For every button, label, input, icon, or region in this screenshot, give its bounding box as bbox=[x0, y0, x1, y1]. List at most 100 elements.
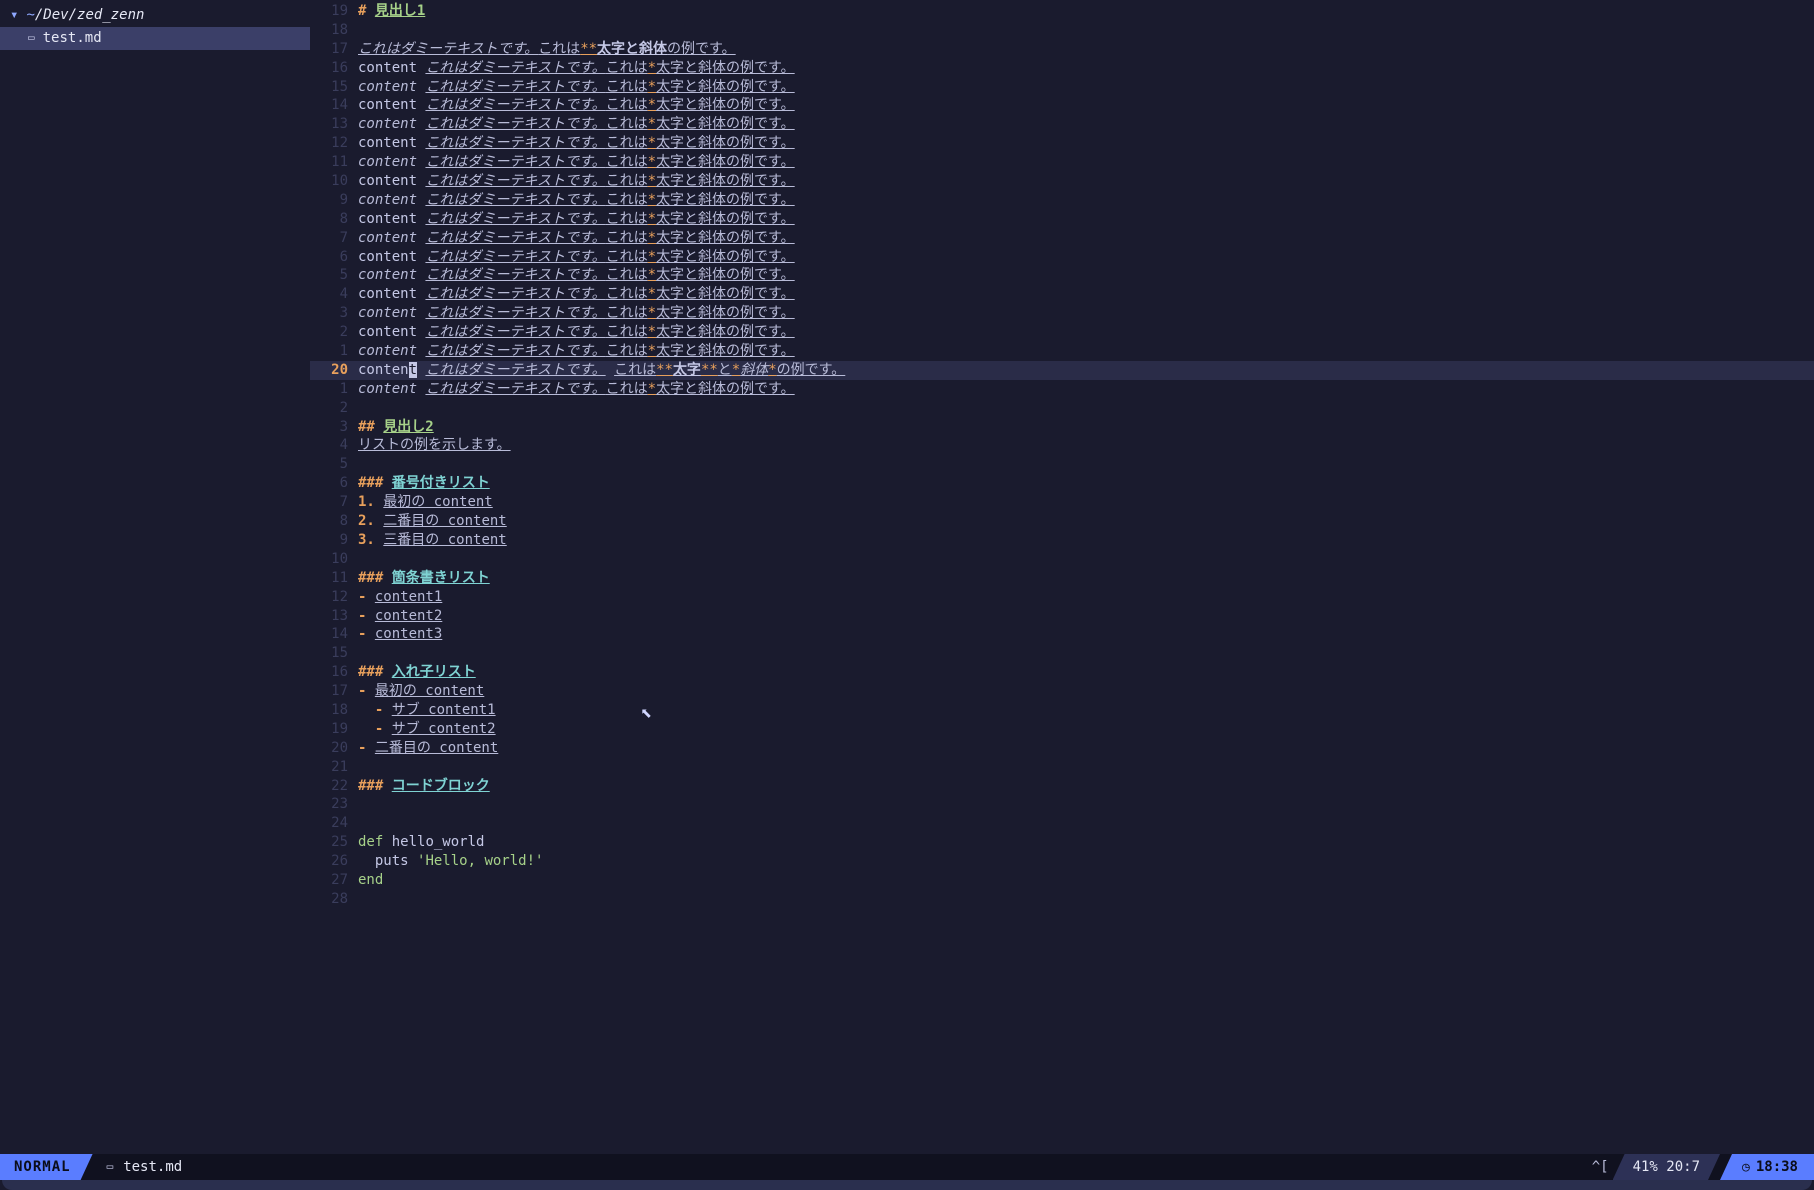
editor-line[interactable]: 18 - サブ content1 bbox=[310, 701, 1814, 720]
line-content bbox=[358, 550, 1814, 569]
line-number: 2 bbox=[310, 399, 358, 418]
editor-line[interactable]: 3## 見出し2 bbox=[310, 418, 1814, 437]
line-number: 18 bbox=[310, 21, 358, 40]
line-content: - content3 bbox=[358, 625, 1814, 644]
editor-line[interactable]: 16### 入れ子リスト bbox=[310, 663, 1814, 682]
editor-line[interactable]: 10 bbox=[310, 550, 1814, 569]
editor-line[interactable]: 14content これはダミーテキストです。これは*太字と斜体の例です。 bbox=[310, 96, 1814, 115]
editor-line[interactable]: 27end bbox=[310, 871, 1814, 890]
line-content: - content1 bbox=[358, 588, 1814, 607]
editor-line[interactable]: 8content これはダミーテキストです。これは*太字と斜体の例です。 bbox=[310, 210, 1814, 229]
editor-line[interactable]: 7content これはダミーテキストです。これは*太字と斜体の例です。 bbox=[310, 229, 1814, 248]
editor-line[interactable]: 23 bbox=[310, 795, 1814, 814]
editor-line[interactable]: 4content これはダミーテキストです。これは*太字と斜体の例です。 bbox=[310, 285, 1814, 304]
line-number: 5 bbox=[310, 455, 358, 474]
editor-lines: 19# 見出し118 17これはダミーテキストです。これは**太字と斜体の例です… bbox=[310, 2, 1814, 909]
line-content: content これはダミーテキストです。これは*太字と斜体の例です。 bbox=[358, 78, 1814, 97]
line-number: 8 bbox=[310, 210, 358, 229]
editor-line[interactable]: 21 bbox=[310, 758, 1814, 777]
editor-line[interactable]: 19# 見出し1 bbox=[310, 2, 1814, 21]
line-number: 4 bbox=[310, 436, 358, 455]
file-name: test.md bbox=[43, 29, 102, 48]
editor-line[interactable]: 25def hello_world bbox=[310, 833, 1814, 852]
editor-line[interactable]: 3content これはダミーテキストです。これは*太字と斜体の例です。 bbox=[310, 304, 1814, 323]
status-escape: ^[ bbox=[1578, 1154, 1613, 1180]
status-bar: NORMAL ▭ test.md ^[ 41% 20:7 ◷ 18:38 bbox=[0, 1154, 1814, 1180]
line-content: - content2 bbox=[358, 607, 1814, 626]
line-content: ### コードブロック bbox=[358, 777, 1814, 796]
line-content: - 二番目の content bbox=[358, 739, 1814, 758]
file-icon: ▭ bbox=[28, 31, 35, 46]
status-file-name: test.md bbox=[123, 1158, 182, 1177]
editor-line[interactable]: 12content これはダミーテキストです。これは*太字と斜体の例です。 bbox=[310, 134, 1814, 153]
editor-line[interactable]: 10content これはダミーテキストです。これは*太字と斜体の例です。 bbox=[310, 172, 1814, 191]
line-content: content これはダミーテキストです。 これは**太字**と*斜体*の例です… bbox=[358, 361, 1814, 380]
line-number: 11 bbox=[310, 153, 358, 172]
editor-line[interactable]: 2 bbox=[310, 399, 1814, 418]
editor-line[interactable]: 17- 最初の content bbox=[310, 682, 1814, 701]
editor-line[interactable]: 22### コードブロック bbox=[310, 777, 1814, 796]
editor-line[interactable]: 13- content2 bbox=[310, 607, 1814, 626]
editor-line[interactable]: 11### 箇条書きリスト bbox=[310, 569, 1814, 588]
line-content bbox=[358, 795, 1814, 814]
editor-line[interactable]: 17これはダミーテキストです。これは**太字と斜体の例です。 bbox=[310, 40, 1814, 59]
line-number: 13 bbox=[310, 607, 358, 626]
file-tree-item[interactable]: ▭ test.md bbox=[0, 27, 310, 50]
line-content: content これはダミーテキストです。これは*太字と斜体の例です。 bbox=[358, 134, 1814, 153]
line-number: 16 bbox=[310, 59, 358, 78]
line-number: 6 bbox=[310, 248, 358, 267]
editor-line[interactable]: 11content これはダミーテキストです。これは*太字と斜体の例です。 bbox=[310, 153, 1814, 172]
line-content: ## 見出し2 bbox=[358, 418, 1814, 437]
editor-line[interactable]: 71. 最初の content bbox=[310, 493, 1814, 512]
editor-line[interactable]: 13content これはダミーテキストです。これは*太字と斜体の例です。 bbox=[310, 115, 1814, 134]
line-number: 27 bbox=[310, 871, 358, 890]
line-content: content これはダミーテキストです。これは*太字と斜体の例です。 bbox=[358, 285, 1814, 304]
line-content: content これはダミーテキストです。これは*太字と斜体の例です。 bbox=[358, 323, 1814, 342]
explorer-root[interactable]: ▾ ~/Dev/zed_zenn bbox=[0, 4, 310, 27]
editor-pane[interactable]: 19# 見出し118 17これはダミーテキストです。これは**太字と斜体の例です… bbox=[310, 0, 1814, 1154]
editor-line[interactable]: 20content これはダミーテキストです。 これは**太字**と*斜体*の例… bbox=[310, 361, 1814, 380]
editor-line[interactable]: 6### 番号付きリスト bbox=[310, 474, 1814, 493]
line-content: ### 入れ子リスト bbox=[358, 663, 1814, 682]
editor-line[interactable]: 14- content3 bbox=[310, 625, 1814, 644]
line-number: 13 bbox=[310, 115, 358, 134]
editor-line[interactable]: 1content これはダミーテキストです。これは*太字と斜体の例です。 bbox=[310, 342, 1814, 361]
line-number: 7 bbox=[310, 493, 358, 512]
line-content: content これはダミーテキストです。これは*太字と斜体の例です。 bbox=[358, 248, 1814, 267]
editor-line[interactable]: 93. 三番目の content bbox=[310, 531, 1814, 550]
editor-line[interactable]: 20- 二番目の content bbox=[310, 739, 1814, 758]
line-number: 10 bbox=[310, 172, 358, 191]
line-number: 2 bbox=[310, 323, 358, 342]
line-content: リストの例を示します。 bbox=[358, 436, 1814, 455]
editor-line[interactable]: 15 bbox=[310, 644, 1814, 663]
line-number: 21 bbox=[310, 758, 358, 777]
file-explorer[interactable]: ▾ ~/Dev/zed_zenn ▭ test.md bbox=[0, 0, 310, 1154]
line-number: 1 bbox=[310, 380, 358, 399]
line-number: 28 bbox=[310, 890, 358, 909]
status-time: 18:38 bbox=[1756, 1158, 1798, 1177]
line-content: content これはダミーテキストです。これは*太字と斜体の例です。 bbox=[358, 380, 1814, 399]
line-number: 1 bbox=[310, 342, 358, 361]
editor-line[interactable]: 4リストの例を示します。 bbox=[310, 436, 1814, 455]
clock-icon: ◷ bbox=[1742, 1161, 1750, 1174]
editor-line[interactable]: 5content これはダミーテキストです。これは*太字と斜体の例です。 bbox=[310, 266, 1814, 285]
window-bottom-edge bbox=[2, 1180, 1812, 1190]
editor-line[interactable]: 15content これはダミーテキストです。これは*太字と斜体の例です。 bbox=[310, 78, 1814, 97]
editor-line[interactable]: 28 bbox=[310, 890, 1814, 909]
editor-line[interactable]: 16content これはダミーテキストです。これは*太字と斜体の例です。 bbox=[310, 59, 1814, 78]
editor-line[interactable]: 18 bbox=[310, 21, 1814, 40]
editor-line[interactable]: 26 puts 'Hello, world!' bbox=[310, 852, 1814, 871]
editor-line[interactable]: 24 bbox=[310, 814, 1814, 833]
editor-line[interactable]: 2content これはダミーテキストです。これは*太字と斜体の例です。 bbox=[310, 323, 1814, 342]
editor-line[interactable]: 5 bbox=[310, 455, 1814, 474]
editor-line[interactable]: 6content これはダミーテキストです。これは*太字と斜体の例です。 bbox=[310, 248, 1814, 267]
editor-line[interactable]: 82. 二番目の content bbox=[310, 512, 1814, 531]
line-number: 14 bbox=[310, 625, 358, 644]
line-content: 1. 最初の content bbox=[358, 493, 1814, 512]
editor-line[interactable]: 9content これはダミーテキストです。これは*太字と斜体の例です。 bbox=[310, 191, 1814, 210]
editor-line[interactable]: 19 - サブ content2 bbox=[310, 720, 1814, 739]
line-number: 7 bbox=[310, 229, 358, 248]
editor-line[interactable]: 1content これはダミーテキストです。これは*太字と斜体の例です。 bbox=[310, 380, 1814, 399]
editor-line[interactable]: 12- content1 bbox=[310, 588, 1814, 607]
line-content bbox=[358, 890, 1814, 909]
